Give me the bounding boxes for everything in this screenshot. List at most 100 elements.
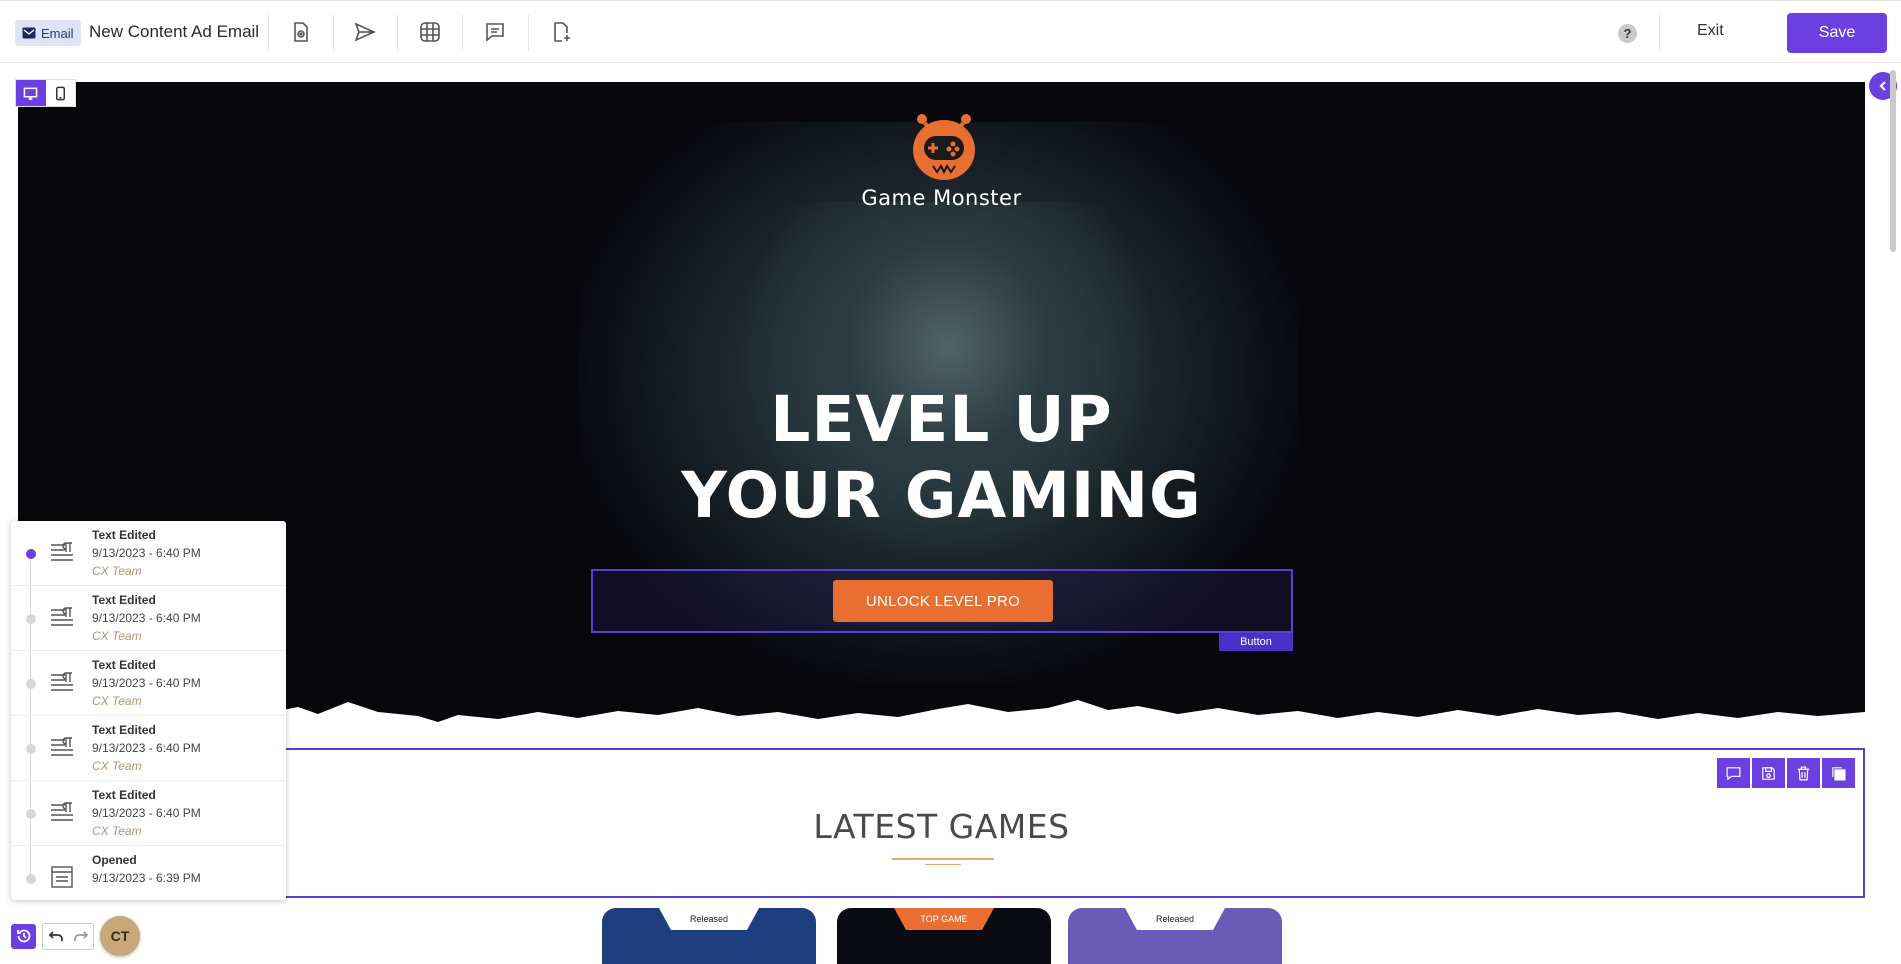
help-button[interactable]: ? <box>1618 24 1637 43</box>
history-item[interactable]: Opened 9/13/2023 - 6:39 PM <box>11 846 286 900</box>
section-delete-button[interactable] <box>1787 758 1820 788</box>
history-item[interactable]: Text Edited 9/13/2023 - 6:40 PM CX Team <box>11 651 286 716</box>
history-item[interactable]: Text Edited 9/13/2023 - 6:40 PM CX Team <box>11 586 286 651</box>
add-page-button[interactable] <box>547 18 575 46</box>
toolbar-divider <box>528 15 529 51</box>
torn-paper-edge <box>18 700 1865 742</box>
timeline-dot-active <box>26 549 36 559</box>
history-item[interactable]: Text Edited 9/13/2023 - 6:40 PM CX Team <box>11 521 286 586</box>
history-action: Text Edited <box>92 528 156 542</box>
title-divider <box>892 858 994 860</box>
title-divider-short <box>925 864 961 865</box>
desktop-view-button[interactable] <box>16 80 46 106</box>
hero-headline[interactable]: LEVEL UP YOUR GAMING <box>578 382 1305 534</box>
game-card-tag: TOP GAME <box>894 908 994 930</box>
redo-button[interactable] <box>68 924 93 949</box>
selected-block-tag: Button <box>1219 633 1293 651</box>
timeline-dot <box>26 679 36 689</box>
undo-icon <box>48 931 63 941</box>
text-edit-icon <box>49 669 75 695</box>
timeline-dot <box>26 614 36 624</box>
top-toolbar: Email New Content Ad Email ? Exit Save <box>0 0 1901 63</box>
section-toolbar <box>1717 758 1855 788</box>
section-duplicate-button[interactable] <box>1822 758 1855 788</box>
history-action: Text Edited <box>92 593 156 607</box>
grid-icon <box>420 22 440 42</box>
text-edit-icon <box>49 799 75 825</box>
send-button[interactable] <box>351 18 379 46</box>
history-item[interactable]: Text Edited 9/13/2023 - 6:40 PM CX Team <box>11 781 286 846</box>
history-panel: Text Edited 9/13/2023 - 6:40 PM CX Team … <box>11 521 286 900</box>
history-time: 9/13/2023 - 6:40 PM <box>92 806 201 820</box>
latest-games-section[interactable]: LATEST GAMES <box>18 748 1865 898</box>
comment-button[interactable] <box>481 18 509 46</box>
history-action: Text Edited <box>92 658 156 672</box>
email-canvas[interactable]: Game Monster LEVEL UP YOUR GAMING UNLOCK… <box>18 82 1865 964</box>
text-edit-icon <box>49 734 75 760</box>
history-toggle-button[interactable] <box>11 923 36 949</box>
history-user: CX Team <box>92 694 142 708</box>
preview-file-button[interactable] <box>287 18 315 46</box>
add-page-icon <box>554 22 570 42</box>
timeline-dot <box>26 874 36 884</box>
history-user: CX Team <box>92 629 142 643</box>
history-icon <box>16 929 30 943</box>
exit-button[interactable]: Exit <box>1697 22 1724 40</box>
toolbar-divider <box>397 15 398 51</box>
mobile-view-button[interactable] <box>46 80 76 106</box>
trash-icon <box>1797 766 1810 780</box>
section-save-button[interactable] <box>1752 758 1785 788</box>
user-avatar[interactable]: CT <box>100 916 140 956</box>
toolbar-divider <box>462 15 463 51</box>
game-card-tag: Released <box>1125 908 1225 930</box>
redo-icon <box>73 931 88 941</box>
preview-file-icon <box>294 22 308 42</box>
headline-line-1: LEVEL UP <box>770 383 1113 456</box>
vertical-scrollbar[interactable] <box>1890 70 1896 252</box>
game-card[interactable]: TOP GAME <box>837 908 1051 964</box>
bottom-controls: CT <box>11 916 140 956</box>
section-comment-button[interactable] <box>1717 758 1750 788</box>
send-icon <box>354 22 376 42</box>
comment-icon <box>1726 766 1741 780</box>
toolbar-divider <box>1659 15 1660 51</box>
duplicate-icon <box>1832 766 1846 780</box>
undo-redo-group <box>42 922 94 950</box>
history-action: Text Edited <box>92 723 156 737</box>
timeline-dot <box>26 809 36 819</box>
game-card-tag: Released <box>659 908 759 930</box>
toolbar-divider <box>268 15 269 51</box>
document-title[interactable]: New Content Ad Email <box>89 22 259 42</box>
history-user: CX Team <box>92 759 142 773</box>
mobile-icon <box>55 86 65 100</box>
text-edit-icon <box>49 539 75 565</box>
history-time: 9/13/2023 - 6:40 PM <box>92 611 201 625</box>
history-time: 9/13/2023 - 6:40 PM <box>92 546 201 560</box>
selected-button-block[interactable]: UNLOCK LEVEL PRO <box>591 569 1293 633</box>
desktop-icon <box>23 87 38 100</box>
document-icon <box>49 864 75 890</box>
floppy-disk-icon <box>1762 766 1775 780</box>
grid-button[interactable] <box>416 18 444 46</box>
history-user: CX Team <box>92 564 142 578</box>
brand-name[interactable]: Game Monster <box>778 186 1105 210</box>
history-time: 9/13/2023 - 6:40 PM <box>92 676 201 690</box>
game-monster-logo <box>913 114 975 180</box>
game-card[interactable]: Released <box>1068 908 1282 964</box>
hero-section[interactable]: Game Monster LEVEL UP YOUR GAMING UNLOCK… <box>18 82 1865 742</box>
undo-button[interactable] <box>43 924 68 949</box>
device-toggle <box>15 79 76 107</box>
comment-icon <box>486 23 504 42</box>
unlock-level-pro-button[interactable]: UNLOCK LEVEL PRO <box>833 580 1053 622</box>
history-action: Opened <box>92 853 137 867</box>
history-item[interactable]: Text Edited 9/13/2023 - 6:40 PM CX Team <box>11 716 286 781</box>
history-user: CX Team <box>92 824 142 838</box>
history-time: 9/13/2023 - 6:40 PM <box>92 741 201 755</box>
game-card[interactable]: Released <box>602 908 816 964</box>
latest-games-title[interactable]: LATEST GAMES <box>20 807 1863 846</box>
email-type-badge: Email <box>15 20 81 46</box>
envelope-icon <box>22 27 36 39</box>
text-edit-icon <box>49 604 75 630</box>
save-button[interactable]: Save <box>1787 13 1887 53</box>
timeline-dot <box>26 744 36 754</box>
